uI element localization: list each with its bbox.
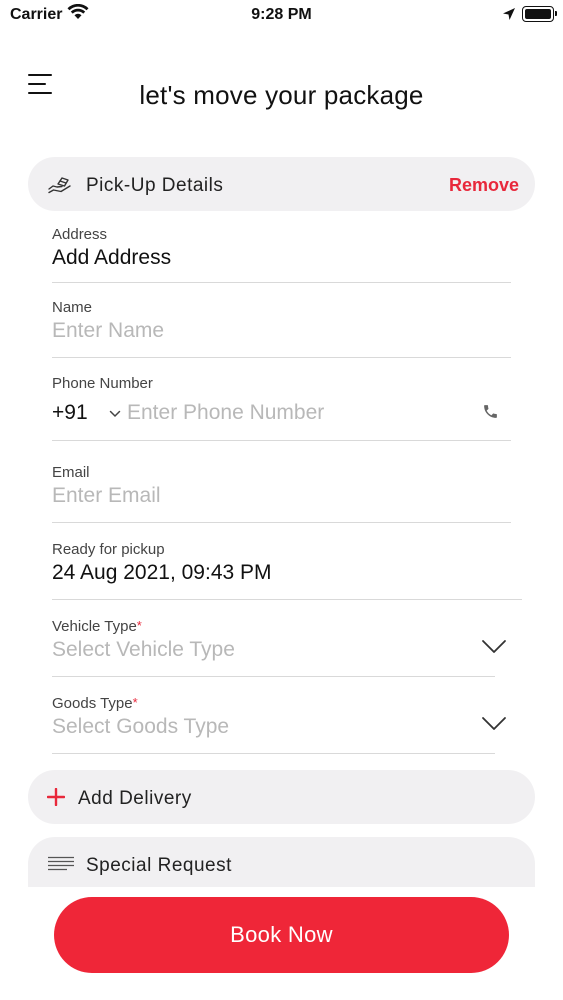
book-now-button[interactable]: Book Now	[54, 897, 509, 973]
pickup-section-title: Pick-Up Details	[86, 175, 224, 196]
chevron-down-icon[interactable]	[109, 405, 121, 423]
battery-icon	[522, 6, 557, 22]
special-request-label: Special Request	[86, 855, 232, 876]
add-delivery-button[interactable]: Add Delivery	[28, 770, 535, 824]
page-title: let's move your package	[139, 80, 424, 110]
address-field[interactable]: Address Add Address	[52, 222, 511, 283]
phone-icon[interactable]	[482, 403, 499, 425]
name-label: Name	[52, 299, 93, 316]
status-bar: Carrier 9:28 PM	[0, 0, 563, 30]
hand-package-icon	[48, 175, 74, 200]
location-arrow-icon	[502, 7, 516, 26]
required-marker: *	[132, 695, 138, 710]
vehicle-type-field[interactable]: Vehicle Type* Select Vehicle Type	[52, 614, 506, 677]
pickup-section-header[interactable]: Pick-Up Details Remove	[28, 157, 535, 211]
pickup-time-value[interactable]: 24 Aug 2021, 09:43 PM	[52, 561, 272, 585]
email-label: Email	[52, 464, 90, 481]
address-value[interactable]: Add Address	[52, 246, 171, 270]
email-field[interactable]: Email Enter Email	[52, 460, 511, 523]
address-label: Address	[52, 226, 108, 243]
vehicle-type-label: Vehicle Type*	[52, 618, 142, 635]
phone-label: Phone Number	[52, 375, 153, 392]
goods-type-field[interactable]: Goods Type* Select Goods Type	[52, 691, 506, 754]
country-code-select[interactable]: +91	[52, 401, 88, 425]
name-field[interactable]: Name Enter Name	[52, 295, 511, 358]
name-input[interactable]: Enter Name	[52, 319, 164, 343]
chevron-down-icon[interactable]	[481, 639, 507, 660]
vehicle-type-select[interactable]: Select Vehicle Type	[52, 638, 235, 662]
chevron-down-icon[interactable]	[481, 716, 507, 737]
plus-icon	[46, 787, 66, 811]
pickup-time-label: Ready for pickup	[52, 541, 165, 558]
clock-label: 9:28 PM	[251, 6, 312, 23]
goods-type-label: Goods Type*	[52, 695, 138, 712]
pickup-time-field[interactable]: Ready for pickup 24 Aug 2021, 09:43 PM	[52, 537, 522, 600]
goods-type-select[interactable]: Select Goods Type	[52, 715, 229, 739]
phone-input[interactable]: Enter Phone Number	[127, 401, 324, 425]
phone-field[interactable]: Phone Number +91 Enter Phone Number	[52, 372, 511, 441]
remove-pickup-button[interactable]: Remove	[449, 175, 519, 196]
required-marker: *	[136, 618, 142, 633]
email-input[interactable]: Enter Email	[52, 484, 161, 508]
add-delivery-label: Add Delivery	[78, 788, 192, 809]
special-request-button[interactable]: Special Request	[28, 837, 535, 887]
lines-text-icon	[47, 856, 75, 877]
